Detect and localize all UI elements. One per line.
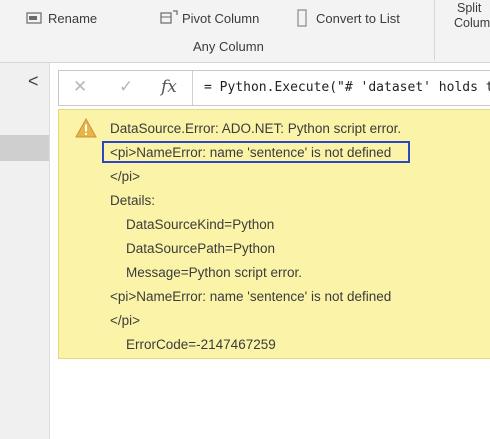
formula-input[interactable]: = Python.Execute("# 'dataset' holds t — [204, 80, 490, 95]
pivot-column-icon — [160, 9, 178, 32]
rename-button[interactable]: Rename — [48, 11, 97, 26]
cancel-formula-button[interactable]: ✕ — [73, 77, 87, 97]
fx-button[interactable]: fx — [161, 77, 177, 97]
pivot-column-button[interactable]: Pivot Column — [182, 11, 259, 26]
rename-icon — [26, 10, 42, 31]
ribbon: Rename Pivot Column Convert to List Any … — [0, 0, 490, 63]
error-message-detail: Message=Python script error. — [126, 265, 302, 280]
collapse-pane-button[interactable]: < — [28, 71, 39, 92]
error-datasource-path: DataSourcePath=Python — [126, 241, 275, 256]
error-panel: DataSource.Error: ADO.NET: Python script… — [58, 109, 490, 359]
split-column-label-line1: Split — [457, 1, 482, 15]
error-pi-close-2: </pi> — [110, 313, 141, 328]
error-name-error-line-2: <pi>NameError: name 'sentence' is not de… — [110, 289, 392, 304]
queries-pane: < — [0, 63, 50, 439]
any-column-group-label: Any Column — [193, 39, 264, 54]
convert-to-list-icon — [296, 9, 308, 32]
error-pi-close: </pi> — [110, 169, 141, 184]
split-column-label-line2: Column — [454, 16, 490, 30]
highlight-box — [102, 141, 410, 163]
formula-bar: ✕ ✓ fx = Python.Execute("# 'dataset' hol… — [58, 70, 490, 106]
error-code: ErrorCode=-2147467259 — [126, 337, 276, 352]
ribbon-separator — [434, 0, 435, 60]
error-datasource-kind: DataSourceKind=Python — [126, 217, 275, 232]
warning-icon — [75, 117, 97, 143]
confirm-formula-button[interactable]: ✓ — [119, 77, 133, 97]
convert-to-list-button[interactable]: Convert to List — [316, 11, 400, 26]
selected-query-item[interactable] — [0, 135, 49, 161]
error-details-label: Details: — [110, 193, 156, 208]
split-column-button[interactable]: Split Column — [454, 1, 490, 31]
formula-bar-divider — [192, 71, 193, 105]
error-message-title: DataSource.Error: ADO.NET: Python script… — [110, 121, 402, 136]
